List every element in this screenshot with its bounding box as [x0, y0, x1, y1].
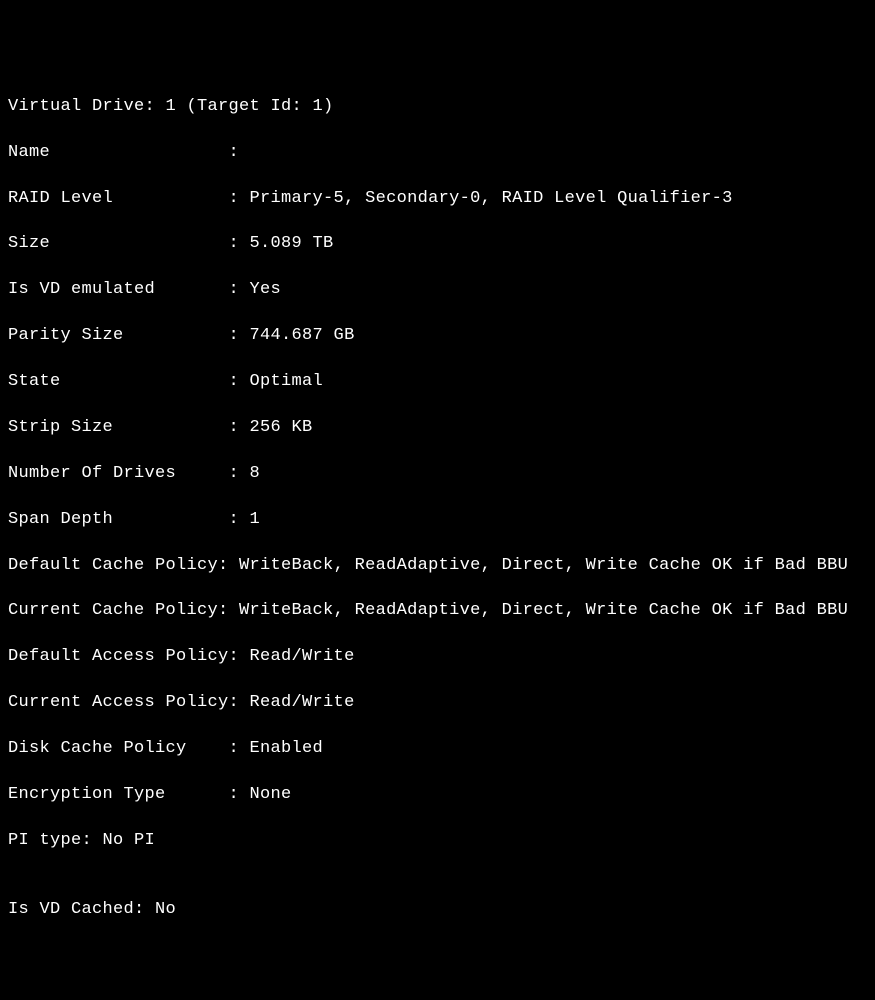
label-disk-cache-policy: Disk Cache Policy : — [8, 739, 239, 758]
row-default-access-policy: Default Access Policy: Read/Write — [8, 646, 867, 669]
label-raid-level: RAID Level : — [8, 189, 239, 208]
row-is-vd-emulated: Is VD emulated : Yes — [8, 279, 867, 302]
row-raid-level: RAID Level : Primary-5, Secondary-0, RAI… — [8, 188, 867, 211]
label-state: State : — [8, 372, 239, 391]
label-encryption-type: Encryption Type : — [8, 785, 239, 804]
row-pi-type: PI type: No PI — [8, 830, 867, 853]
row-parity-size: Parity Size : 744.687 GB — [8, 325, 867, 348]
value-state: Optimal — [239, 372, 323, 391]
value-size: 5.089 TB — [239, 234, 334, 253]
label-span-depth: Span Depth : — [8, 510, 239, 529]
label-size: Size : — [8, 234, 239, 253]
label-number-of-drives: Number Of Drives : — [8, 464, 239, 483]
value-disk-cache-policy: Enabled — [239, 739, 323, 758]
is-vd-cached: Is VD Cached: No — [8, 899, 867, 922]
value-default-cache-policy: WriteBack, ReadAdaptive, Direct, Write C… — [229, 556, 849, 575]
value-encryption-type: None — [239, 785, 292, 804]
label-pi-type: PI type: — [8, 831, 92, 850]
label-strip-size: Strip Size : — [8, 418, 239, 437]
row-name: Name : — [8, 142, 867, 165]
row-span-depth: Span Depth : 1 — [8, 509, 867, 532]
value-parity-size: 744.687 GB — [239, 326, 355, 345]
label-name: Name : — [8, 143, 239, 162]
value-current-cache-policy: WriteBack, ReadAdaptive, Direct, Write C… — [229, 601, 849, 620]
row-default-cache-policy: Default Cache Policy: WriteBack, ReadAda… — [8, 555, 867, 578]
label-is-vd-emulated: Is VD emulated : — [8, 280, 239, 299]
value-default-access-policy: Read/Write — [239, 647, 355, 666]
row-current-access-policy: Current Access Policy: Read/Write — [8, 692, 867, 715]
row-disk-cache-policy: Disk Cache Policy : Enabled — [8, 738, 867, 761]
value-span-depth: 1 — [239, 510, 260, 529]
row-encryption-type: Encryption Type : None — [8, 784, 867, 807]
value-is-vd-emulated: Yes — [239, 280, 281, 299]
row-state: State : Optimal — [8, 371, 867, 394]
value-number-of-drives: 8 — [239, 464, 260, 483]
value-raid-level: Primary-5, Secondary-0, RAID Level Quali… — [239, 189, 733, 208]
label-current-access-policy: Current Access Policy: — [8, 693, 239, 712]
value-pi-type: No PI — [92, 831, 155, 850]
label-current-cache-policy: Current Cache Policy: — [8, 601, 229, 620]
virtual-drive-header: Virtual Drive: 1 (Target Id: 1) — [8, 96, 867, 119]
label-parity-size: Parity Size : — [8, 326, 239, 345]
value-strip-size: 256 KB — [239, 418, 313, 437]
row-strip-size: Strip Size : 256 KB — [8, 417, 867, 440]
row-current-cache-policy: Current Cache Policy: WriteBack, ReadAda… — [8, 600, 867, 623]
row-number-of-drives: Number Of Drives : 8 — [8, 463, 867, 486]
row-size: Size : 5.089 TB — [8, 233, 867, 256]
label-default-cache-policy: Default Cache Policy: — [8, 556, 229, 575]
label-default-access-policy: Default Access Policy: — [8, 647, 239, 666]
value-current-access-policy: Read/Write — [239, 693, 355, 712]
